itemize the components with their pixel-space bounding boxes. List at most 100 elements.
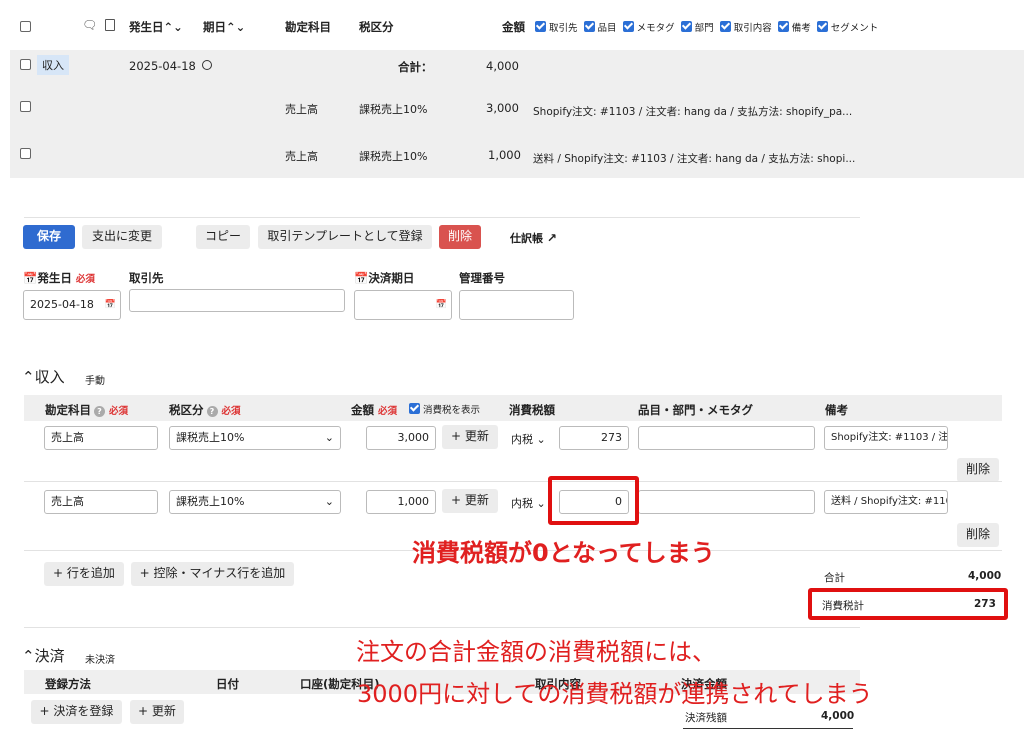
- line-tax-select[interactable]: 課税売上10% ⌄: [169, 426, 341, 450]
- due-header-label: 期日: [203, 20, 226, 34]
- line-delete-button[interactable]: 削除: [957, 523, 999, 547]
- row-checkbox[interactable]: [20, 59, 31, 70]
- calendar-icon: 📅: [354, 271, 369, 285]
- select-all-checkbox[interactable]: [20, 21, 31, 32]
- income-tax-amount-header: 消費税額: [509, 403, 555, 417]
- amount-header: 金額: [502, 20, 525, 34]
- payment-title: 決済: [34, 647, 65, 665]
- row-checkbox[interactable]: [20, 148, 31, 159]
- payment-status: 未決済: [85, 655, 115, 666]
- income-badge: 収入: [37, 55, 69, 75]
- annotation-total-line2: 3000円に対しての消費税額が連携されてしまう: [357, 680, 873, 708]
- plus-icon: +: [39, 704, 54, 718]
- income-account-header: 勘定科目? 必須: [45, 403, 129, 417]
- toggle-content[interactable]: 取引内容: [719, 21, 772, 34]
- line-tax-mode-select[interactable]: 内税 ⌄: [511, 495, 546, 511]
- chevron-up-icon: ⌃: [22, 647, 35, 665]
- line-account-input[interactable]: 売上高: [44, 426, 158, 450]
- chevron-down-icon: ⌄: [536, 497, 546, 510]
- plus-icon: +: [139, 566, 154, 580]
- income-memo-header: 備考: [825, 403, 848, 417]
- income-collapse-toggle[interactable]: ⌃収入: [22, 366, 65, 387]
- row-desc: Shopify注文: #1103 / 注文者: hang da / 支払方法: …: [533, 106, 853, 118]
- line-update-button[interactable]: + 更新: [442, 489, 498, 513]
- partner-input[interactable]: [129, 289, 345, 312]
- line-amount-input[interactable]: 1,000: [366, 490, 436, 514]
- income-total-value: 4,000: [968, 570, 1002, 582]
- income-title: 収入: [34, 368, 65, 386]
- date-field-label: 📅発生日 必須: [23, 271, 95, 285]
- copy-button[interactable]: コピー: [196, 225, 250, 249]
- chevron-down-icon: ⌄: [324, 495, 334, 508]
- save-template-button[interactable]: 取引テンプレートとして登録: [258, 225, 432, 249]
- add-row-button[interactable]: + 行を追加: [44, 562, 124, 586]
- divider: [24, 217, 860, 218]
- file-icon: [105, 19, 115, 31]
- clock-icon: [202, 60, 212, 70]
- line-tax-select[interactable]: 課税売上10% ⌄: [169, 490, 341, 514]
- payment-date-header: 日付: [216, 677, 239, 691]
- show-tax-checkbox[interactable]: 消費税を表示: [409, 402, 480, 416]
- total-value: 4,000: [486, 59, 519, 73]
- calendar-icon: 📅: [23, 271, 38, 285]
- journal-link[interactable]: 仕訳帳 ↗: [510, 230, 557, 246]
- line-tax-mode-select[interactable]: 内税 ⌄: [511, 431, 546, 447]
- row-tax: 課税売上10%: [359, 103, 428, 116]
- income-mode: 手動: [85, 376, 105, 387]
- external-link-icon: ↗: [546, 231, 557, 245]
- due-date-input[interactable]: 📅: [354, 290, 452, 320]
- plus-icon: +: [53, 566, 67, 580]
- row-checkbox[interactable]: [20, 101, 31, 112]
- due-date-label: 📅決済期日: [354, 271, 415, 285]
- line-items-input[interactable]: [638, 490, 815, 514]
- date-input[interactable]: 2025-04-18 📅: [23, 290, 121, 320]
- income-amount-header: 金額 必須: [351, 403, 398, 417]
- plus-icon: +: [138, 704, 152, 718]
- help-icon: ?: [206, 406, 218, 417]
- line-update-button[interactable]: + 更新: [442, 425, 498, 449]
- payment-update-button[interactable]: + 更新: [130, 700, 184, 724]
- row-desc: 送料 / Shopify注文: #1103 / 注文者: hang da / 支…: [533, 153, 856, 165]
- income-total-label: 合計: [824, 572, 845, 584]
- toggle-item[interactable]: 品目: [583, 21, 617, 34]
- line-account-input[interactable]: 売上高: [44, 490, 158, 514]
- payment-collapse-toggle[interactable]: ⌃決済: [22, 645, 65, 666]
- row-account: 売上高: [285, 103, 318, 116]
- register-payment-button[interactable]: + 決済を登録: [31, 700, 122, 724]
- management-number-input[interactable]: [459, 290, 574, 320]
- divider: [24, 627, 860, 628]
- divider: [24, 481, 1002, 482]
- journal-link-label: 仕訳帳: [510, 232, 543, 245]
- line-tax-amount-input[interactable]: 273: [559, 426, 629, 450]
- toggle-partner[interactable]: 取引先: [535, 21, 578, 34]
- line-amount-input[interactable]: 3,000: [366, 426, 436, 450]
- chevron-up-icon: ⌃: [22, 368, 35, 386]
- line-delete-button[interactable]: 削除: [957, 458, 999, 482]
- tax-header: 税区分: [359, 20, 394, 34]
- sort-date-header[interactable]: 発生日⌃⌄: [129, 19, 183, 35]
- divider: [683, 728, 853, 729]
- add-minus-row-button[interactable]: + 控除・マイナス行を追加: [131, 562, 294, 586]
- management-number-label: 管理番号: [459, 271, 505, 285]
- annotation-tax-zero: 消費税額が0となってしまう: [412, 539, 715, 567]
- chevron-down-icon: ⌄: [324, 431, 334, 444]
- plus-icon: +: [451, 493, 465, 507]
- payment-method-header: 登録方法: [45, 677, 91, 691]
- help-icon: ?: [94, 406, 105, 417]
- row-account: 売上高: [285, 150, 318, 163]
- line-memo-input[interactable]: Shopify注文: #1103 / 注文: [824, 426, 948, 450]
- toggle-note[interactable]: 備考: [777, 21, 811, 34]
- change-to-expense-button[interactable]: 支出に変更: [82, 225, 162, 249]
- delete-button[interactable]: 削除: [439, 225, 481, 249]
- line-memo-input[interactable]: 送料 / Shopify注文: #110: [824, 490, 948, 514]
- sort-due-header[interactable]: 期日⌃⌄: [203, 19, 245, 35]
- toggle-dept[interactable]: 部門: [680, 21, 714, 34]
- tax-total-value: 273: [974, 598, 996, 610]
- income-items-header: 品目・部門・メモタグ: [638, 403, 753, 417]
- toggle-segment[interactable]: セグメント: [816, 21, 878, 34]
- date-header-label: 発生日: [129, 20, 164, 34]
- toggle-memo[interactable]: メモタグ: [622, 21, 675, 34]
- line-items-input[interactable]: [638, 426, 815, 450]
- calendar-icon: 📅: [435, 300, 447, 310]
- save-button[interactable]: 保存: [23, 225, 75, 249]
